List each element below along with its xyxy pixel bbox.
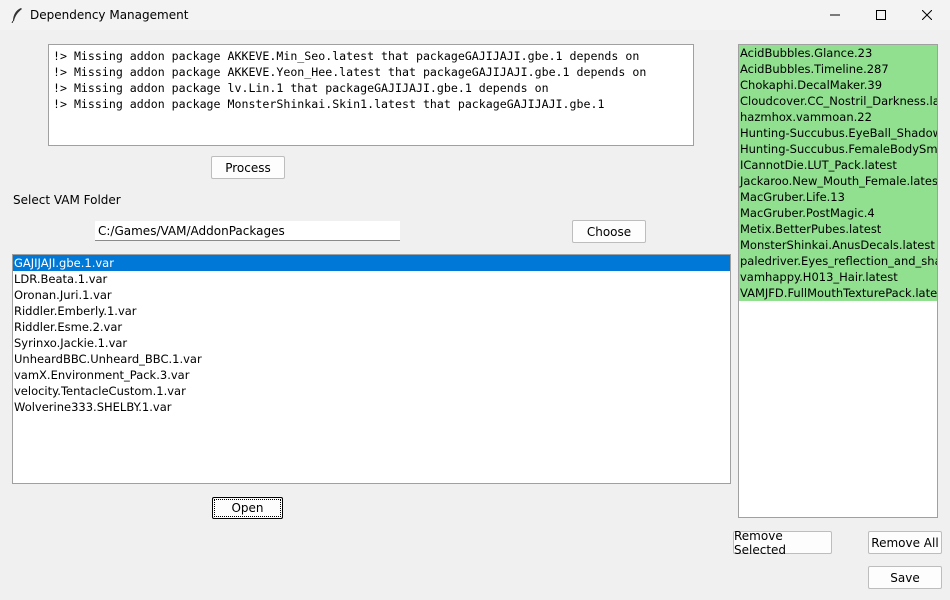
package-list-item[interactable]: vamX.Environment_Pack.3.var	[13, 367, 730, 383]
remove-all-button[interactable]: Remove All	[868, 531, 942, 554]
minimize-button[interactable]	[812, 0, 858, 30]
title-bar: Dependency Management	[0, 0, 950, 30]
dependency-list-item[interactable]: vamhappy.H013_Hair.latest	[739, 269, 937, 285]
package-list-item[interactable]: Riddler.Esme.2.var	[13, 319, 730, 335]
dependency-list-item[interactable]: Hunting-Succubus.FemaleBodySmooth	[739, 141, 937, 157]
dependency-list-item[interactable]: Cloudcover.CC_Nostril_Darkness.latest	[739, 93, 937, 109]
process-button[interactable]: Process	[211, 156, 285, 179]
package-list-item[interactable]: velocity.TentacleCustom.1.var	[13, 383, 730, 399]
package-list-item[interactable]: Wolverine333.SHELBY.1.var	[13, 399, 730, 415]
save-button[interactable]: Save	[868, 566, 942, 589]
window-title: Dependency Management	[30, 8, 189, 22]
dependency-list-item[interactable]: AcidBubbles.Timeline.287	[739, 61, 937, 77]
dependency-list[interactable]: AcidBubbles.Glance.23 AcidBubbles.Timelin…	[738, 44, 938, 518]
log-line: !> Missing addon package AKKEVE.Yeon_Hee…	[53, 65, 647, 79]
dependency-list-item[interactable]: MacGruber.PostMagic.4	[739, 205, 937, 221]
dependency-list-item[interactable]: AcidBubbles.Glance.23	[739, 45, 937, 61]
log-line: !> Missing addon package AKKEVE.Min_Seo.…	[53, 49, 640, 63]
dependency-list-item[interactable]: hazmhox.vammoan.22	[739, 109, 937, 125]
dependency-list-item[interactable]: ICannotDie.LUT_Pack.latest	[739, 157, 937, 173]
dependency-list-item[interactable]: Metix.BetterPubes.latest	[739, 221, 937, 237]
maximize-button[interactable]	[858, 0, 904, 30]
package-list-item[interactable]: Oronan.Juri.1.var	[13, 287, 730, 303]
maximize-icon	[876, 10, 886, 20]
minimize-icon	[830, 14, 840, 16]
log-line: !> Missing addon package lv.Lin.1 that p…	[53, 81, 549, 95]
choose-button[interactable]: Choose	[572, 220, 646, 243]
dependency-list-item[interactable]: Hunting-Succubus.EyeBall_Shadow.latest	[739, 125, 937, 141]
close-button[interactable]	[904, 0, 950, 30]
package-list[interactable]: GAJIJAJI.gbe.1.var LDR.Beata.1.var Oronan.…	[12, 254, 731, 484]
dependency-list-item[interactable]: MonsterShinkai.AnusDecals.latest	[739, 237, 937, 253]
dependency-list-item[interactable]: Chokaphi.DecalMaker.39	[739, 77, 937, 93]
feather-icon	[10, 7, 24, 24]
dependency-list-item[interactable]: MacGruber.Life.13	[739, 189, 937, 205]
folder-path-input[interactable]	[95, 221, 400, 241]
package-list-item[interactable]: Syrinxo.Jackie.1.var	[13, 335, 730, 351]
close-icon	[922, 10, 932, 20]
dependency-list-item[interactable]: Jackaroo.New_Mouth_Female.latest	[739, 173, 937, 189]
package-list-item[interactable]: GAJIJAJI.gbe.1.var	[13, 255, 730, 271]
dependency-list-item[interactable]: VAMJFD.FullMouthTexturePack.latest	[739, 285, 937, 301]
vam-folder-label: Select VAM Folder	[13, 193, 121, 207]
dependency-list-item[interactable]: paledriver.Eyes_reflection_and_shadow	[739, 253, 937, 269]
dependency-list-items: AcidBubbles.Glance.23 AcidBubbles.Timelin…	[739, 45, 937, 301]
remove-selected-button[interactable]: Remove Selected	[733, 529, 832, 557]
package-list-item[interactable]: UnheardBBC.Unheard_BBC.1.var	[13, 351, 730, 367]
open-button[interactable]: Open	[212, 497, 283, 519]
log-textbox[interactable]: !> Missing addon package AKKEVE.Min_Seo.…	[48, 44, 694, 146]
log-line: !> Missing addon package MonsterShinkai.…	[53, 97, 605, 111]
package-list-item[interactable]: LDR.Beata.1.var	[13, 271, 730, 287]
package-list-item[interactable]: Riddler.Emberly.1.var	[13, 303, 730, 319]
